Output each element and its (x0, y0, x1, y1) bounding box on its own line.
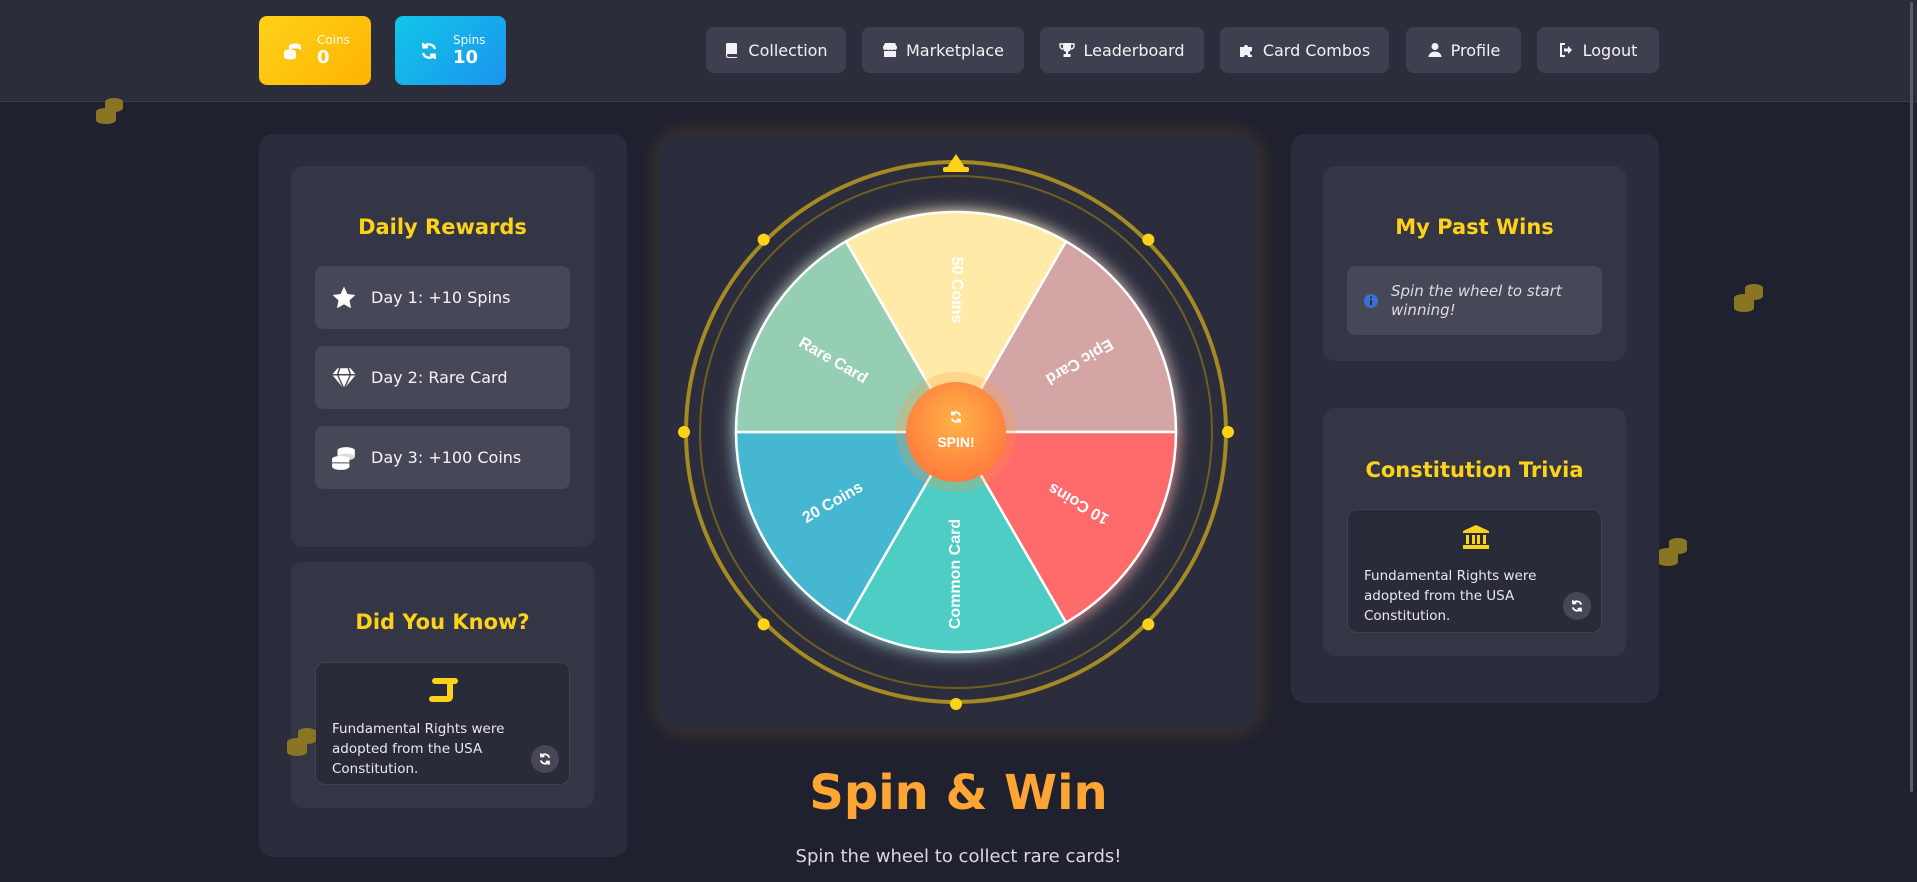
did-you-know-card: Did You Know? Fundamental Rights were ad… (291, 562, 594, 808)
trophy-icon (1059, 43, 1076, 57)
reward-item-day-2[interactable]: Day 2: Rare Card (315, 346, 570, 409)
gem-icon (332, 367, 356, 391)
sync-icon (539, 753, 551, 765)
sign-out-icon (1559, 43, 1572, 57)
past-wins-empty: Spin the wheel to start winning! (1347, 266, 1602, 335)
wheel-light-dot (1142, 233, 1155, 246)
coins-stat: Coins 0 (259, 16, 371, 85)
fact-text: Fundamental Rights were adopted from the… (332, 721, 505, 777)
wheel-segment-label: 50 Coins (948, 257, 965, 324)
nav-logout-button[interactable]: Logout (1537, 27, 1659, 73)
prize-wheel[interactable]: 50 CoinsEpic Card10 CoinsCommon Card20 C… (659, 134, 1258, 730)
star-icon (332, 286, 356, 308)
floating-coins-icon (96, 98, 123, 124)
top-bar: Coins 0 Spins 10 Collection Marketplace … (0, 0, 1917, 102)
wheel-segment-label: Common Card (947, 519, 964, 629)
page-subtitle: Spin the wheel to collect rare cards! (795, 846, 1122, 867)
scroll-icon (429, 678, 458, 702)
reward-label: Day 1: +10 Spins (371, 288, 511, 307)
past-wins-card: My Past Wins Spin the wheel to start win… (1323, 166, 1626, 361)
info-icon (1364, 294, 1378, 308)
coins-icon (332, 446, 355, 470)
nav-leaderboard-button[interactable]: Leaderboard (1040, 27, 1204, 73)
wheel-light-dot (757, 618, 770, 631)
floating-coins-icon (287, 728, 316, 756)
did-you-know-title: Did You Know? (355, 610, 530, 634)
wheel-pointer-base (943, 167, 969, 172)
page-scrollbar[interactable] (1910, 2, 1913, 792)
coins-value: 0 (317, 46, 330, 68)
past-wins-empty-text: Spin the wheel to start winning! (1391, 282, 1562, 319)
wheel-light-dot (757, 233, 770, 246)
wheel-light-dot (678, 426, 690, 438)
landmark-icon (1463, 525, 1489, 549)
nav-collection-button[interactable]: Collection (706, 27, 846, 73)
coins-icon (284, 43, 301, 59)
refresh-trivia-button[interactable] (1563, 592, 1591, 620)
reward-item-day-1[interactable]: Day 1: +10 Spins (315, 266, 570, 329)
sync-icon (421, 42, 437, 59)
spins-value: 10 (453, 46, 479, 68)
floating-coins-icon (1658, 538, 1687, 566)
nav-profile-label: Profile (1450, 40, 1501, 60)
nav-leaderboard-label: Leaderboard (1083, 40, 1185, 60)
coins-label: Coins (317, 32, 350, 47)
nav-logout-label: Logout (1582, 40, 1638, 60)
refresh-fact-button[interactable] (531, 745, 559, 773)
spins-label: Spins (453, 32, 486, 47)
nav-profile-button[interactable]: Profile (1406, 27, 1521, 73)
sync-icon (1571, 600, 1583, 612)
nav-card-combos-button[interactable]: Card Combos (1220, 27, 1389, 73)
user-icon (1428, 43, 1442, 57)
daily-rewards-title: Daily Rewards (358, 215, 527, 239)
trivia-title: Constitution Trivia (1365, 458, 1584, 482)
page-title: Spin & Win (809, 765, 1108, 821)
spins-stat: Spins 10 (395, 16, 506, 85)
right-panel: My Past Wins Spin the wheel to start win… (1291, 134, 1659, 703)
reward-label: Day 3: +100 Coins (371, 448, 522, 467)
reward-item-day-3[interactable]: Day 3: +100 Coins (315, 426, 570, 489)
spin-button-circle[interactable] (906, 382, 1006, 482)
nav-card-combos-label: Card Combos (1262, 40, 1371, 60)
wheel-panel: 50 Coins Epic Card 10 Coins Common Card 20 C… (659, 134, 1258, 730)
trivia-box: Fundamental Rights were adopted from the… (1347, 509, 1602, 633)
wheel-light-dot (1222, 426, 1234, 438)
wheel-light-dot (1142, 618, 1155, 631)
spin-button-label: SPIN! (937, 434, 974, 450)
book-icon (726, 43, 738, 58)
store-icon (882, 43, 897, 57)
nav-marketplace-button[interactable]: Marketplace (862, 27, 1024, 73)
floating-coins-icon (1734, 284, 1763, 312)
reward-label: Day 2: Rare Card (371, 368, 508, 387)
trivia-card: Constitution Trivia Fundamental Rights w… (1323, 408, 1626, 656)
trivia-text: Fundamental Rights were adopted from the… (1364, 568, 1537, 624)
nav-collection-label: Collection (748, 40, 828, 60)
nav-marketplace-label: Marketplace (905, 40, 1005, 60)
fact-box: Fundamental Rights were adopted from the… (315, 662, 570, 785)
puzzle-icon (1239, 45, 1252, 57)
spin-button[interactable]: SPIN! (906, 382, 1006, 482)
past-wins-title: My Past Wins (1395, 215, 1554, 239)
wheel-light-dot (950, 698, 962, 710)
daily-rewards-card: Daily Rewards Day 1: +10 Spins Day 2: Ra… (291, 166, 594, 547)
